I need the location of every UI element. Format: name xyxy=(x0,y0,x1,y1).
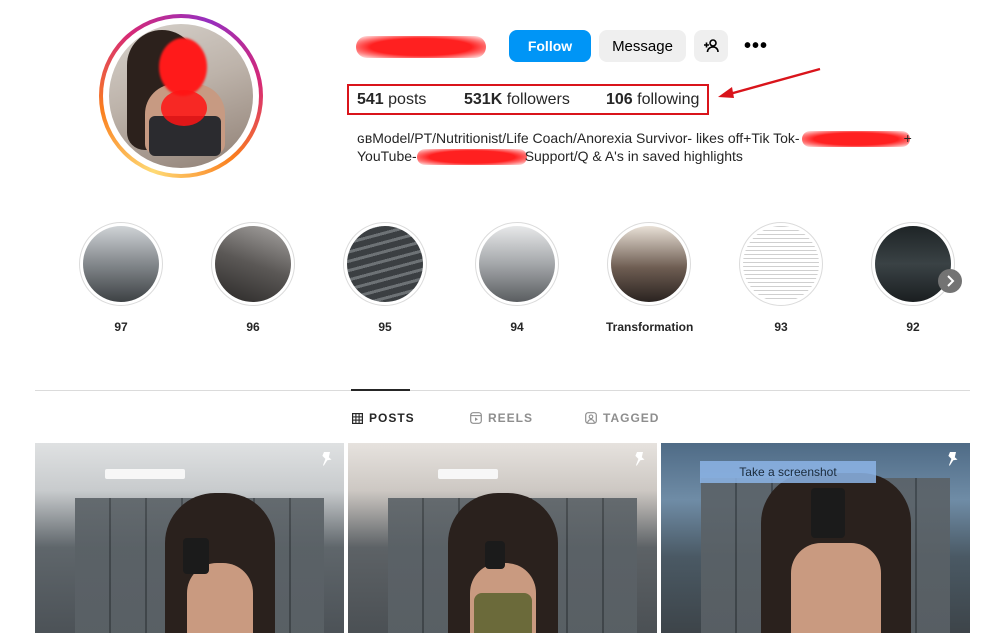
tab-tagged-label: TAGGED xyxy=(603,411,660,425)
pinned-post-icon xyxy=(631,451,647,472)
highlight-ring xyxy=(343,222,427,306)
highlight-ring xyxy=(211,222,295,306)
followers-count-value: 531K xyxy=(464,91,503,108)
highlight-item[interactable]: 95 xyxy=(342,222,428,334)
suggested-users-button[interactable] xyxy=(694,30,728,62)
highlight-cover xyxy=(743,226,819,302)
post-thumbnail[interactable] xyxy=(348,443,657,633)
bio-text: + xyxy=(903,130,912,146)
highlight-label: 95 xyxy=(378,320,392,334)
phone-in-photo xyxy=(811,488,845,538)
post-thumbnail[interactable] xyxy=(35,443,344,633)
tab-posts[interactable]: POSTS xyxy=(352,411,415,425)
phone-in-photo xyxy=(485,541,505,569)
highlight-cover xyxy=(347,226,423,302)
profile-avatar[interactable] xyxy=(99,14,263,178)
highlight-label: 96 xyxy=(246,320,260,334)
highlight-cover xyxy=(479,226,555,302)
username-redacted xyxy=(356,36,486,58)
bio-line-1: ɢʙModel/PT/Nutritionist/Life Coach/Anore… xyxy=(357,130,912,148)
following-count-value: 106 xyxy=(606,91,633,108)
highlight-cover xyxy=(611,226,687,302)
message-button[interactable]: Message xyxy=(599,30,686,62)
tagged-icon xyxy=(585,412,597,424)
avatar-ring-gap xyxy=(103,18,259,174)
more-options-button[interactable]: ••• xyxy=(738,30,774,62)
annotation-arrow-icon xyxy=(718,67,821,98)
highlight-label: 92 xyxy=(906,320,920,334)
highlight-cover xyxy=(875,226,951,302)
chevron-right-icon xyxy=(947,275,955,287)
highlight-label: 93 xyxy=(774,320,788,334)
phone-in-photo xyxy=(183,538,209,574)
follow-button[interactable]: Follow xyxy=(509,30,591,62)
followers-count-label: followers xyxy=(506,91,570,108)
posts-count-value: 541 xyxy=(357,91,384,108)
following-link[interactable]: 106 following xyxy=(606,91,699,109)
followers-link[interactable]: 531K followers xyxy=(464,91,570,109)
ceiling-light xyxy=(438,469,498,479)
reels-icon xyxy=(470,412,482,424)
highlights-next-button[interactable] xyxy=(938,269,962,293)
highlight-cover xyxy=(215,226,291,302)
highlight-label: 97 xyxy=(114,320,128,334)
avatar-redaction xyxy=(159,38,207,96)
tab-reels-label: REELS xyxy=(488,411,534,425)
bio-redaction xyxy=(801,131,910,148)
screenshot-tooltip[interactable]: Take a screenshot xyxy=(700,461,876,483)
following-count-label: following xyxy=(637,91,700,108)
person-skin xyxy=(791,543,881,633)
posts-count: 541 posts xyxy=(357,91,426,109)
highlight-item[interactable]: 97 xyxy=(78,222,164,334)
ceiling-light xyxy=(105,469,185,479)
post-image-person xyxy=(165,493,275,633)
pinned-post-icon xyxy=(944,451,960,472)
highlight-ring xyxy=(871,222,955,306)
bio-line-2: YouTube- Support/Q & A's in saved highlig… xyxy=(357,148,743,166)
avatar-redaction-2 xyxy=(161,90,207,126)
tab-tagged[interactable]: TAGGED xyxy=(585,411,659,425)
highlight-label: 94 xyxy=(510,320,524,334)
person-add-icon xyxy=(704,39,719,53)
highlight-item[interactable]: 94 xyxy=(474,222,560,334)
pin-icon xyxy=(322,452,332,466)
highlight-item[interactable]: 96 xyxy=(210,222,296,334)
tab-reels[interactable]: REELS xyxy=(470,411,533,425)
highlight-ring xyxy=(79,222,163,306)
bio-redaction xyxy=(416,149,527,166)
bio-text: Support/Q & A's in saved highlights xyxy=(524,148,743,164)
pinned-post-icon xyxy=(318,451,334,472)
tab-posts-label: POSTS xyxy=(369,411,415,425)
pin-icon xyxy=(635,452,645,466)
highlight-ring xyxy=(739,222,823,306)
highlight-label: Transformation xyxy=(606,320,694,334)
highlight-item[interactable]: 93 xyxy=(738,222,824,334)
bio-text: YouTube- xyxy=(357,148,417,164)
active-tab-indicator xyxy=(351,389,410,391)
posts-count-label: posts xyxy=(388,91,427,108)
tabs-divider xyxy=(35,390,970,391)
highlight-ring xyxy=(475,222,559,306)
highlight-cover xyxy=(83,226,159,302)
highlight-ring xyxy=(607,222,691,306)
avatar-image xyxy=(109,24,253,168)
grid-icon xyxy=(352,412,363,424)
person-shirt xyxy=(474,593,532,633)
pin-icon xyxy=(948,452,958,466)
bio-text: ɢʙModel/PT/Nutritionist/Life Coach/Anore… xyxy=(357,130,800,146)
highlight-item[interactable]: Transformation xyxy=(606,222,694,334)
